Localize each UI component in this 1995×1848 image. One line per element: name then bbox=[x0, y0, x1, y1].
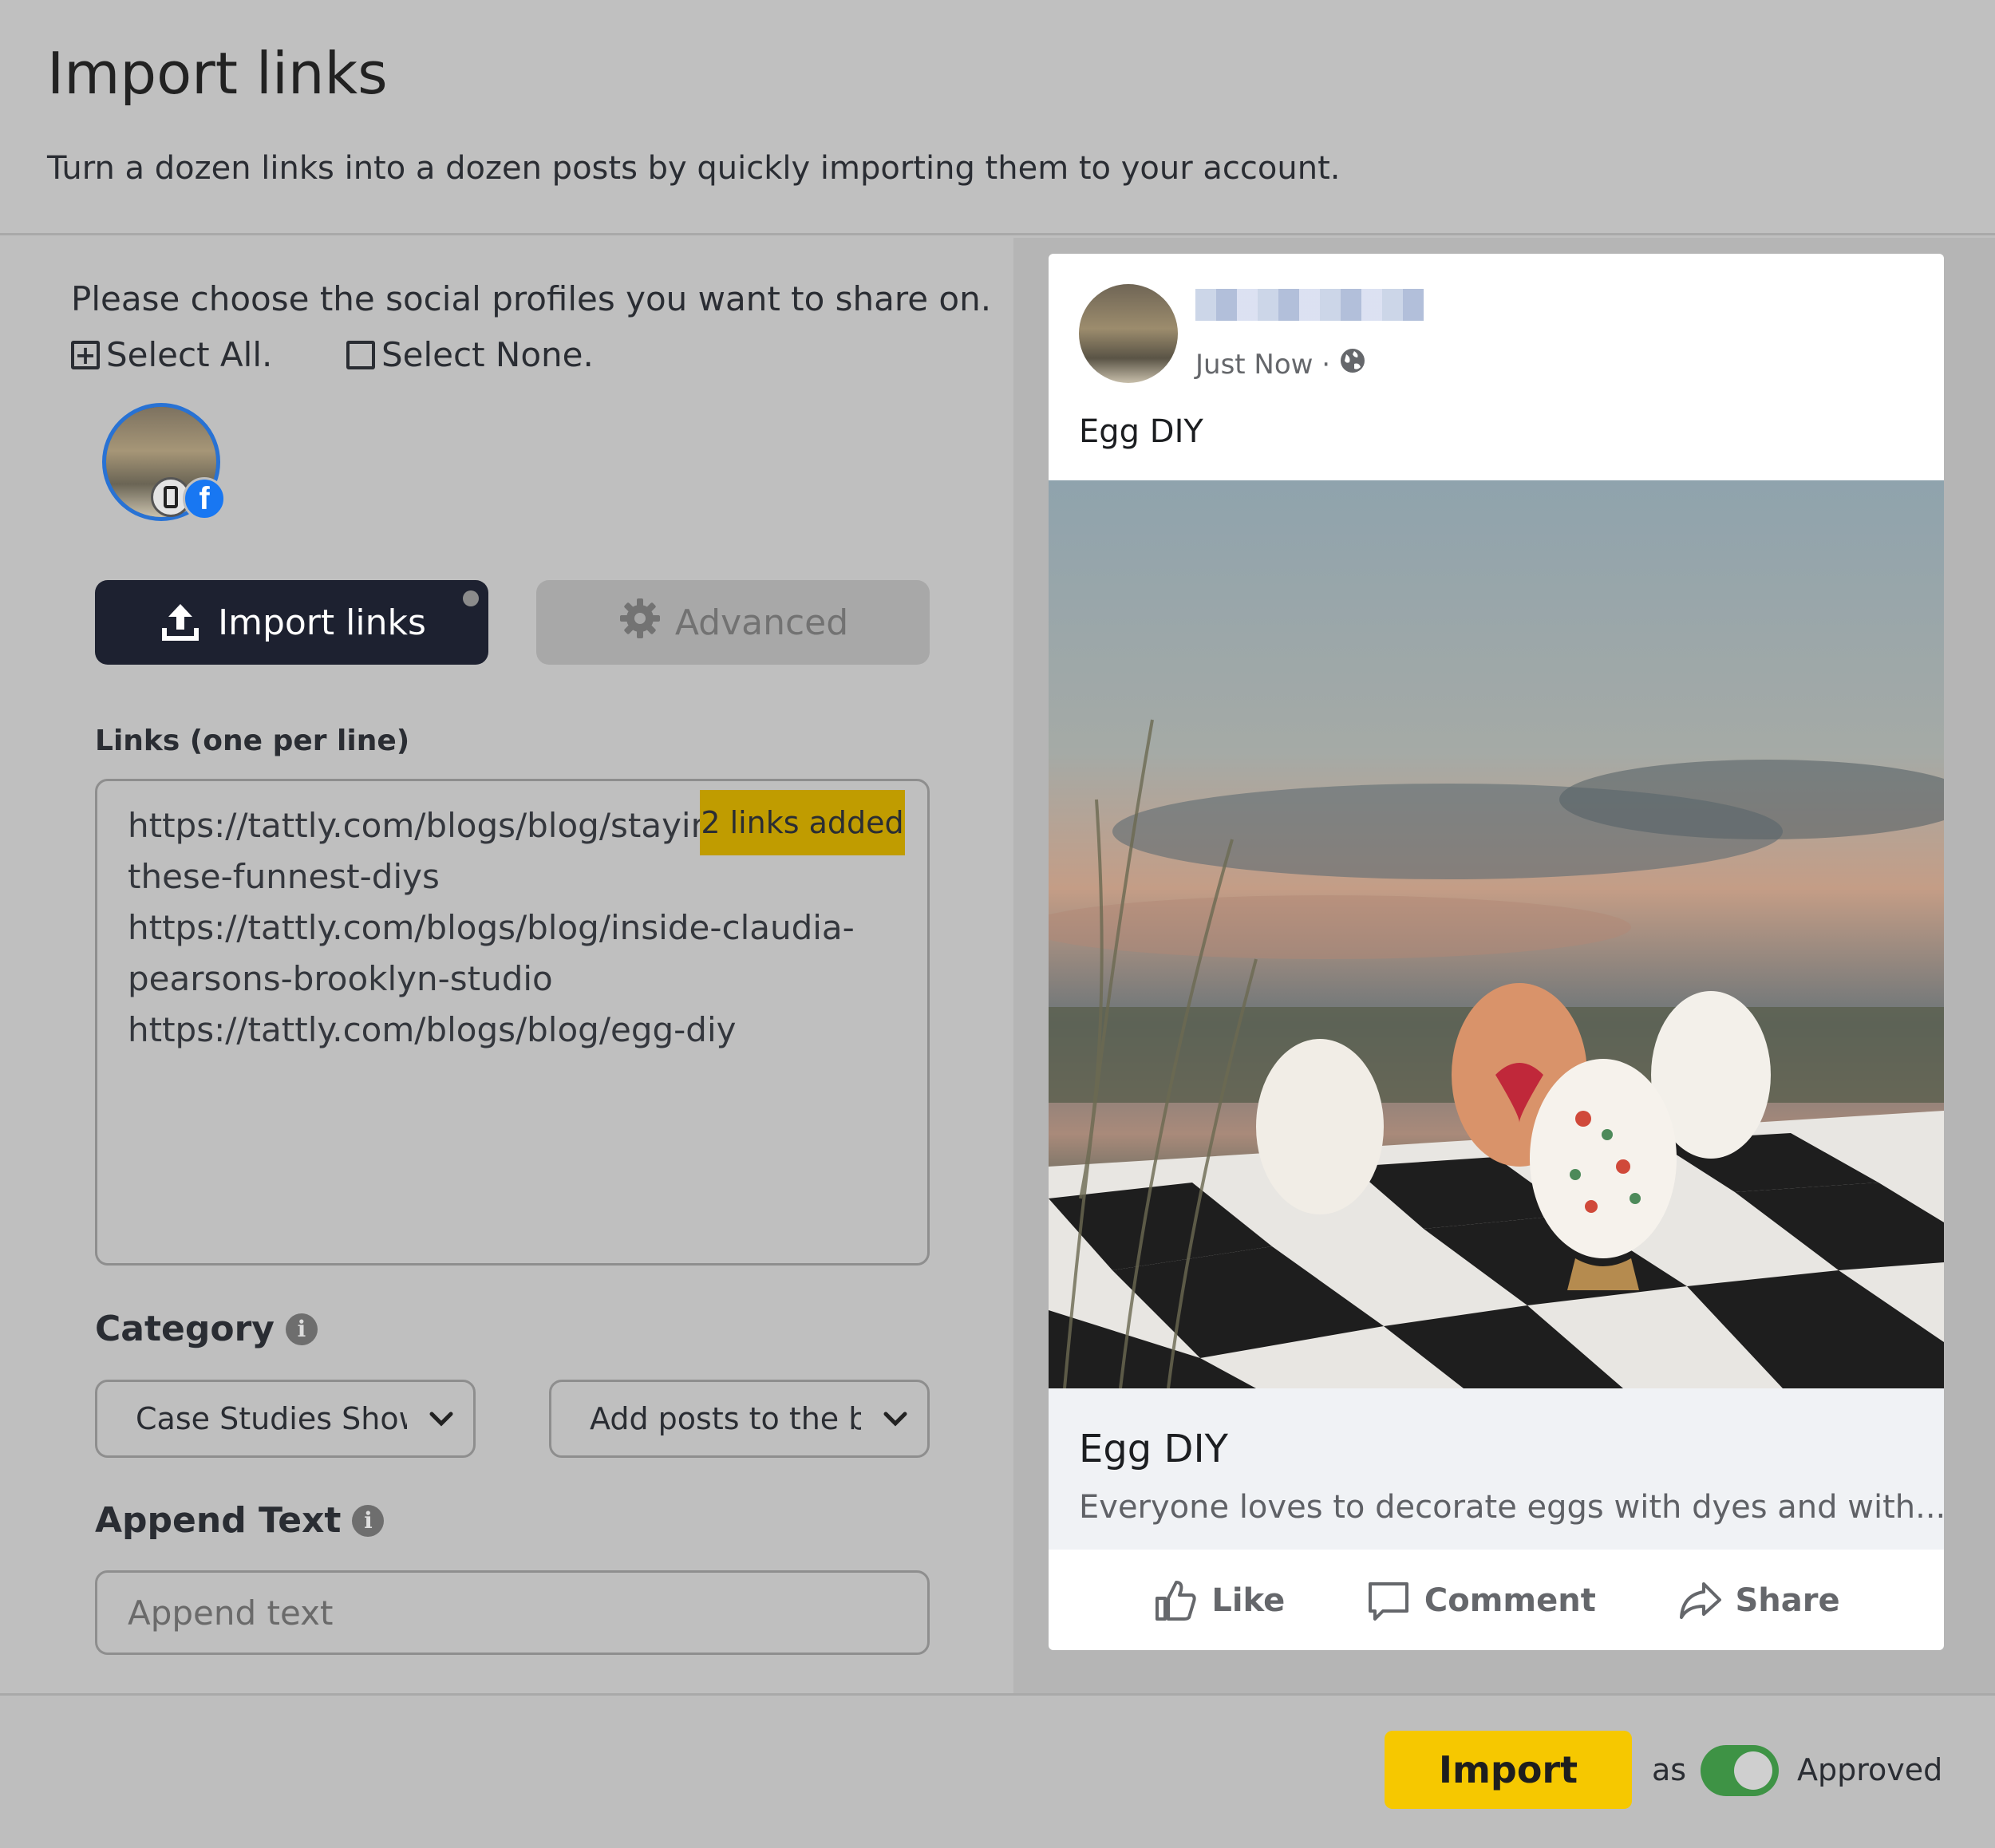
plus-square-icon: + bbox=[71, 340, 100, 369]
queue-position-value: Add posts to the bottom bbox=[590, 1401, 861, 1436]
post-time-text: Just Now · bbox=[1195, 348, 1331, 381]
tab-import-links-label: Import links bbox=[218, 602, 426, 643]
queue-position-select[interactable]: Add posts to the bottom bbox=[549, 1380, 930, 1458]
upload-icon bbox=[157, 599, 203, 646]
chevron-down-icon bbox=[429, 1412, 453, 1427]
share-button[interactable]: Share bbox=[1677, 1578, 1840, 1624]
share-icon bbox=[1679, 1582, 1721, 1619]
info-icon[interactable]: i bbox=[285, 1313, 318, 1345]
toggle-knob bbox=[1734, 1751, 1772, 1790]
select-all-button[interactable]: + Select All. bbox=[71, 335, 272, 374]
category-select[interactable]: Case Studies Showcase bbox=[95, 1380, 476, 1458]
link-preview-image bbox=[1049, 480, 1944, 1388]
comment-button[interactable]: Comment bbox=[1365, 1578, 1596, 1624]
append-text-label-text: Append Text bbox=[95, 1500, 342, 1541]
page-header: Import links Turn a dozen links into a d… bbox=[0, 0, 1995, 235]
footer-bar bbox=[0, 1693, 1995, 1848]
select-none-button[interactable]: Select None. bbox=[346, 335, 594, 374]
link-description: Everyone loves to decorate eggs with dye… bbox=[1079, 1489, 1944, 1526]
page-title: Import links bbox=[47, 40, 388, 107]
post-text: Egg DIY bbox=[1079, 413, 1203, 450]
post-timestamp: Just Now · bbox=[1195, 346, 1367, 382]
avatar bbox=[1079, 284, 1178, 383]
category-label: Category i bbox=[95, 1309, 318, 1349]
empty-square-icon bbox=[346, 340, 375, 369]
link-title: Egg DIY bbox=[1079, 1427, 1228, 1471]
category-select-value: Case Studies Showcase bbox=[136, 1401, 407, 1436]
chevron-down-icon bbox=[883, 1412, 907, 1427]
globe-icon bbox=[1338, 346, 1367, 382]
profiles-prompt: Please choose the social profiles you wa… bbox=[71, 279, 992, 318]
link-line: https://tattly.com/blogs/blog/egg-diy bbox=[128, 1010, 737, 1049]
thumbs-up-icon bbox=[1156, 1581, 1196, 1621]
link-line: https://tattly.com/blogs/blog/inside-cla… bbox=[128, 908, 855, 947]
facebook-icon: f bbox=[183, 477, 226, 520]
post-actions: Like Comment Share bbox=[1049, 1551, 1944, 1650]
post-preview-card: Just Now · Egg DIY Egg DIY Everyone love… bbox=[1049, 254, 1944, 1650]
links-added-badge: 2 links added bbox=[700, 790, 905, 855]
approval-toggle[interactable] bbox=[1701, 1745, 1779, 1796]
approved-label: Approved bbox=[1797, 1752, 1943, 1787]
page-subtitle: Turn a dozen links into a dozen posts by… bbox=[47, 150, 1341, 187]
social-profile-avatar[interactable]: f bbox=[102, 403, 226, 521]
share-label: Share bbox=[1735, 1582, 1840, 1619]
select-all-label: Select All. bbox=[106, 335, 273, 374]
import-button[interactable]: Import bbox=[1385, 1731, 1632, 1809]
append-text-label: Append Text i bbox=[95, 1500, 385, 1541]
like-label: Like bbox=[1211, 1582, 1286, 1619]
comment-icon bbox=[1368, 1582, 1408, 1621]
link-line: pearsons-brooklyn-studio bbox=[128, 959, 553, 998]
as-label: as bbox=[1652, 1752, 1687, 1787]
gear-icon bbox=[618, 596, 662, 650]
info-icon[interactable]: i bbox=[352, 1504, 385, 1537]
select-none-label: Select None. bbox=[381, 335, 594, 374]
link-preview-meta: Egg DIY Everyone loves to decorate eggs … bbox=[1049, 1388, 1944, 1550]
like-button[interactable]: Like bbox=[1152, 1578, 1285, 1624]
tab-import-links[interactable]: Import links bbox=[95, 580, 488, 665]
links-label: Links (one per line) bbox=[95, 725, 410, 757]
link-line: these-funnest-diys bbox=[128, 857, 440, 896]
comment-label: Comment bbox=[1424, 1582, 1596, 1619]
category-label-text: Category bbox=[95, 1309, 275, 1349]
append-text-input[interactable] bbox=[95, 1570, 930, 1655]
blurred-profile-name bbox=[1195, 289, 1424, 321]
status-dot bbox=[463, 590, 479, 606]
tab-advanced-label: Advanced bbox=[674, 602, 849, 643]
tab-advanced[interactable]: Advanced bbox=[536, 580, 930, 665]
